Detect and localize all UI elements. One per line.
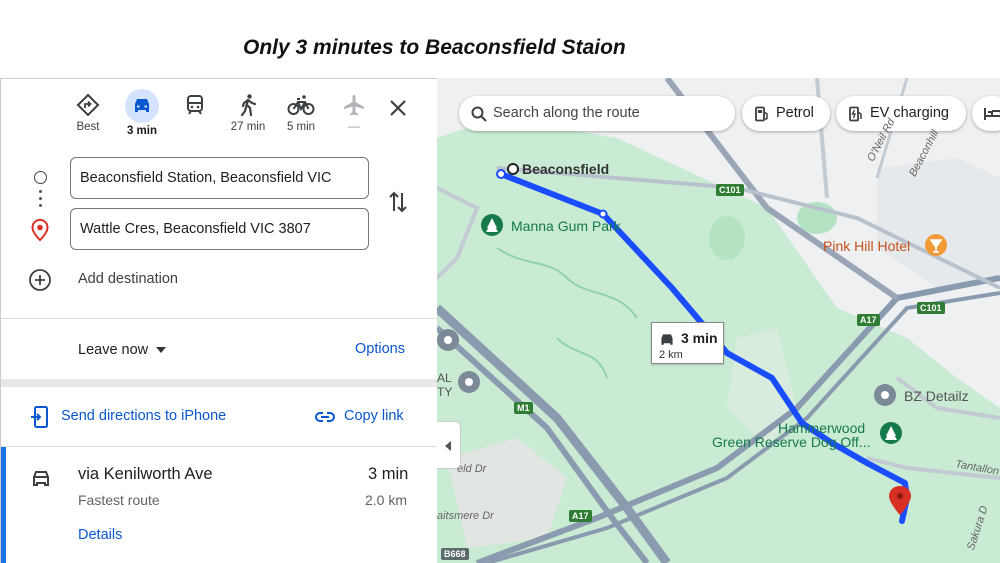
send-to-phone-icon xyxy=(31,406,48,428)
selected-route-accent xyxy=(1,447,6,563)
route-dots-icon xyxy=(39,190,42,211)
ev-charging-chip[interactable]: EV charging xyxy=(836,96,966,131)
road-shield-b668: B668 xyxy=(441,548,469,560)
mode-driving[interactable]: 3 min xyxy=(122,89,162,143)
mode-transit[interactable] xyxy=(175,93,215,143)
route-duration-box[interactable]: 3 min 2 km xyxy=(651,322,724,364)
place-ty-label: TY xyxy=(437,385,453,399)
destination-pin-icon xyxy=(31,219,49,241)
origin-input[interactable]: Beaconsfield Station, Beaconsfield VIC xyxy=(70,157,369,199)
place-park-label: Manna Gum Park xyxy=(511,218,621,234)
send-directions-label: Send directions to iPhone xyxy=(61,408,227,424)
mode-driving-label: 3 min xyxy=(126,125,158,137)
destination-input[interactable]: Wattle Cres, Beaconsfield VIC 3807 xyxy=(70,208,369,250)
plane-icon xyxy=(344,95,364,116)
options-link[interactable]: Options xyxy=(355,341,405,357)
leave-now-dropdown[interactable]: Leave now xyxy=(78,342,167,358)
petrol-chip[interactable]: Petrol xyxy=(742,96,830,131)
directions-panel: Best 3 min 27 min 5 min — Beaconsfield S… xyxy=(0,78,437,563)
caption-banner: Only 3 minutes to Beaconsfield Staion xyxy=(0,0,1000,78)
directions-icon xyxy=(76,93,100,117)
mode-best[interactable]: Best xyxy=(68,93,108,143)
mode-cycling-label: 5 min xyxy=(286,121,316,133)
petrol-label: Petrol xyxy=(776,105,814,121)
road-field-label: eld Dr xyxy=(457,463,487,475)
copy-link-label: Copy link xyxy=(344,408,404,424)
link-icon xyxy=(315,412,335,422)
travel-mode-bar: Best 3 min 27 min 5 min — xyxy=(1,79,437,149)
caret-down-icon xyxy=(156,347,167,354)
route-distance: 2.0 km xyxy=(365,492,408,508)
place-al-label: AL xyxy=(437,371,452,385)
mode-walking[interactable]: 27 min xyxy=(228,93,268,143)
road-shield-a17: A17 xyxy=(857,314,880,326)
chevron-left-icon xyxy=(445,441,451,451)
road-shield-a17-south: A17 xyxy=(569,510,592,522)
add-destination-label: Add destination xyxy=(78,271,178,287)
search-placeholder: Search along the route xyxy=(493,105,640,121)
leave-now-label: Leave now xyxy=(78,342,149,358)
map-view[interactable]: Search along the route Petrol EV chargin… xyxy=(437,78,1000,563)
close-icon[interactable] xyxy=(385,95,411,121)
caption-title: Only 3 minutes to Beaconsfield Staion xyxy=(243,36,626,59)
collapse-panel-button[interactable] xyxy=(437,421,461,469)
place-business-label: BZ Detailz xyxy=(904,388,969,404)
details-link[interactable]: Details xyxy=(78,527,122,543)
map-canvas xyxy=(437,78,1000,563)
add-destination-button[interactable]: Add destination xyxy=(28,268,328,292)
hotels-chip[interactable] xyxy=(972,96,1000,131)
road-aitsmere-label: aitsmere Dr xyxy=(437,510,494,522)
road-shield-c101: C101 xyxy=(716,184,744,196)
search-icon xyxy=(471,106,487,122)
bed-icon xyxy=(984,108,1000,120)
car-icon xyxy=(661,334,673,345)
ev-station-icon xyxy=(849,106,862,122)
origin-marker-icon xyxy=(34,171,47,184)
route-box-distance: 2 km xyxy=(659,349,683,361)
mode-flights[interactable]: — xyxy=(334,93,374,143)
place-start-label: Beaconsfield xyxy=(522,161,610,177)
route-time: 3 min xyxy=(368,465,409,483)
road-shield-m1: M1 xyxy=(514,402,533,414)
mode-walking-label: 27 min xyxy=(230,121,266,133)
place-hotel-label: Pink Hill Hotel xyxy=(823,238,911,254)
section-band xyxy=(1,379,437,387)
mode-flights-label: — xyxy=(348,121,360,133)
route-option[interactable]: via Kenilworth Ave 3 min Fastest route 2… xyxy=(1,447,437,563)
add-circle-icon xyxy=(29,269,51,291)
search-along-route[interactable]: Search along the route xyxy=(459,96,735,131)
route-via: via Kenilworth Ave xyxy=(78,465,213,483)
train-icon xyxy=(187,95,203,115)
route-subtitle: Fastest route xyxy=(78,492,160,508)
car-icon xyxy=(135,99,149,112)
mode-cycling[interactable]: 5 min xyxy=(281,93,321,143)
bike-icon xyxy=(287,95,315,115)
swap-icon[interactable] xyxy=(387,189,409,215)
mode-best-label: Best xyxy=(76,121,100,133)
road-shield-c101-east: C101 xyxy=(917,302,945,314)
place-reserve-label-2: Green Reserve Dog Off... xyxy=(712,434,871,450)
copy-link-button[interactable]: Copy link xyxy=(313,405,423,429)
route-box-time: 3 min xyxy=(681,330,718,346)
car-icon xyxy=(33,471,49,486)
divider xyxy=(1,318,437,319)
walk-icon xyxy=(240,94,257,117)
fuel-icon xyxy=(755,106,768,122)
